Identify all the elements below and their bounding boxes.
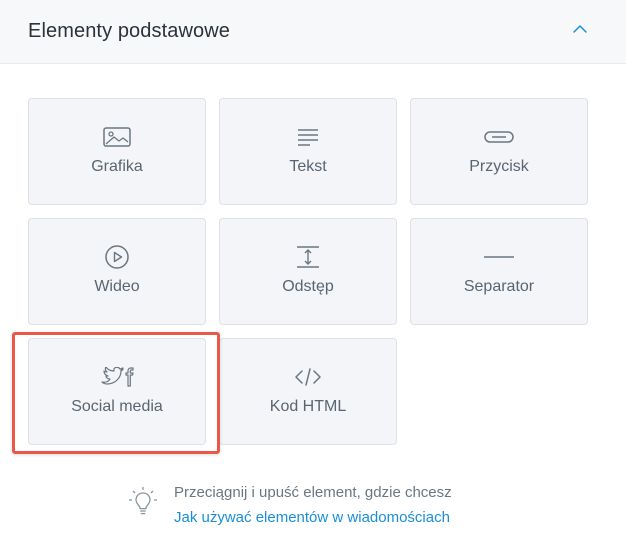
tile-label: Social media: [71, 398, 163, 415]
text-lines-icon: [220, 125, 396, 149]
tile-kod-html[interactable]: Kod HTML: [219, 338, 397, 445]
tile-tekst[interactable]: Tekst: [219, 98, 397, 205]
image-icon: [29, 125, 205, 149]
divider-icon: [411, 245, 587, 269]
tile-wideo[interactable]: Wideo: [28, 218, 206, 325]
tile-label: Separator: [463, 278, 535, 295]
tile-label: Tekst: [289, 158, 327, 175]
tile-label: Grafika: [91, 158, 143, 175]
lightbulb-icon: [128, 486, 158, 520]
tile-label: Odstęp: [282, 278, 334, 295]
panel-title: Elementy podstawowe: [28, 20, 231, 42]
tile-label: Przycisk: [469, 158, 529, 175]
chevron-up-icon[interactable]: [566, 18, 594, 40]
tile-label: Wideo: [94, 278, 140, 295]
help-link[interactable]: Jak używać elementów w wiadomościach: [174, 509, 450, 526]
panel-header[interactable]: Elementy podstawowe: [0, 0, 626, 64]
hint-text: Przeciągnij i upuść element, gdzie chces…: [174, 484, 452, 501]
tile-separator[interactable]: Separator: [410, 218, 588, 325]
tile-odstep[interactable]: Odstęp: [219, 218, 397, 325]
tile-przycisk[interactable]: Przycisk: [410, 98, 588, 205]
tile-social-media[interactable]: Social media: [28, 338, 206, 445]
code-icon: [220, 365, 396, 389]
play-circle-icon: [29, 245, 205, 269]
tile-grafika[interactable]: Grafika: [28, 98, 206, 205]
spacing-icon: [220, 245, 396, 269]
button-icon: [411, 125, 587, 149]
tile-label: Kod HTML: [269, 398, 347, 415]
twitter-facebook-icon: [29, 365, 205, 389]
